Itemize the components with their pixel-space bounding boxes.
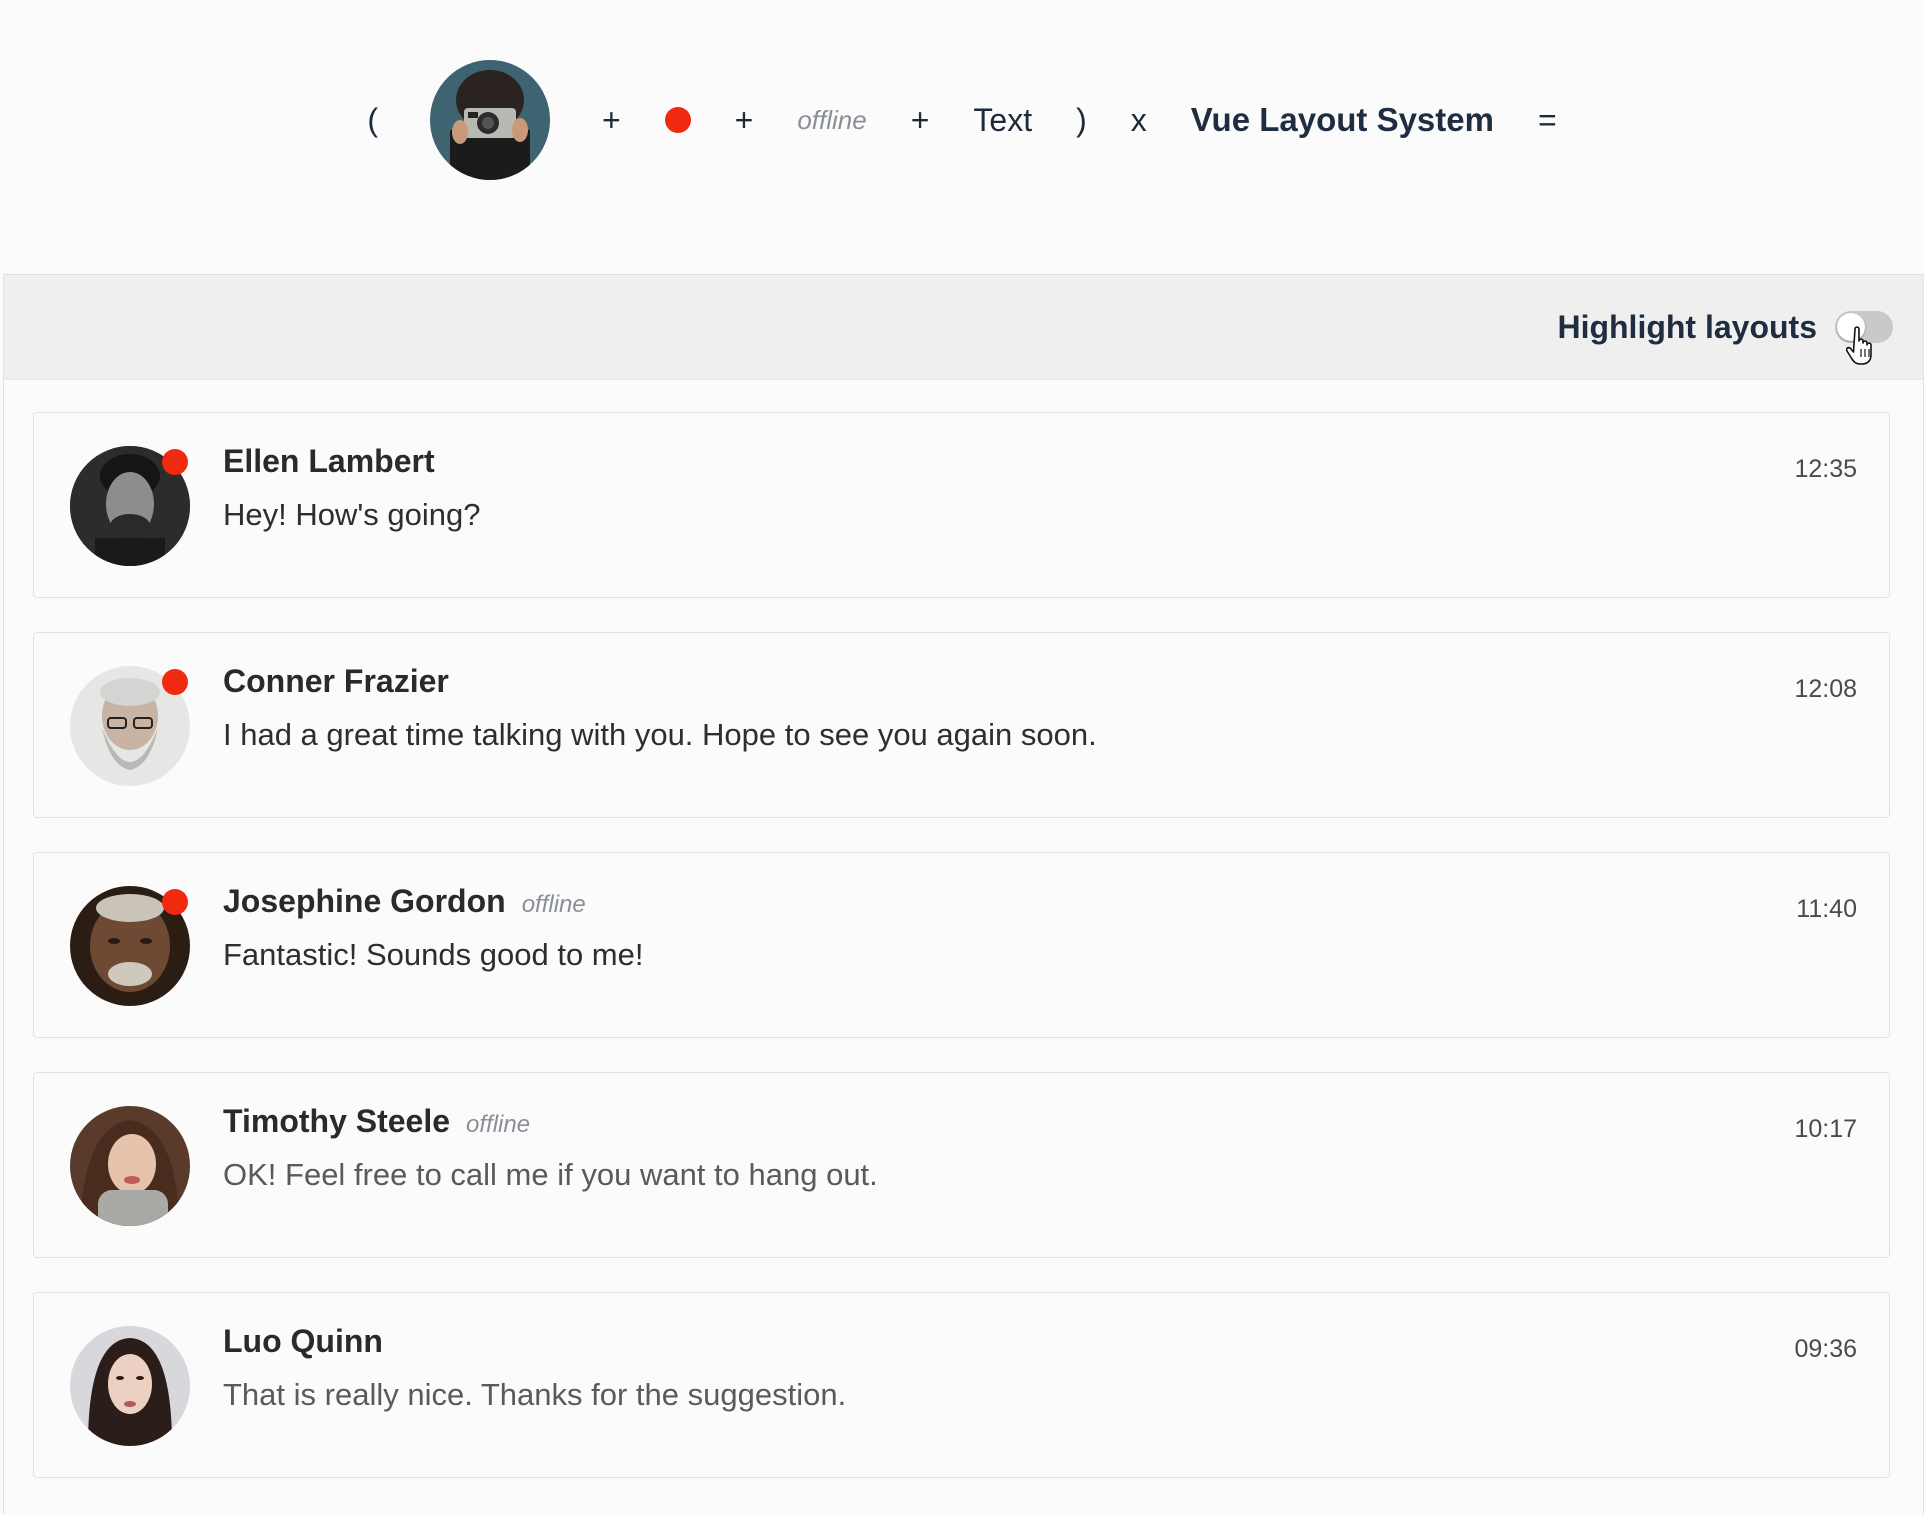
status-dot-icon <box>664 107 691 133</box>
conversation-item[interactable]: Josephine Gordon offline Fantastic! Soun… <box>33 852 1890 1038</box>
message-preview: Hey! How's going? <box>223 497 481 532</box>
formula-header: ( + + offline + Text ) x Vue Layout Syst… <box>0 55 1924 185</box>
avatar <box>70 1326 190 1446</box>
avatar <box>70 1106 190 1226</box>
times-operator: x <box>1130 101 1147 138</box>
message-preview: I had a great time talking with you. Hop… <box>223 717 1097 752</box>
conversation-item[interactable]: Timothy Steele offline OK! Feel free to … <box>33 1072 1890 1258</box>
message-time: 11:40 <box>1796 895 1857 923</box>
plus-operator: + <box>734 101 754 138</box>
online-status-dot <box>162 449 188 475</box>
message-time: 12:08 <box>1794 675 1857 703</box>
conversation-list: Ellen Lambert Hey! How's going? 12:35 Co… <box>33 412 1890 1512</box>
online-status-dot <box>162 669 188 695</box>
online-status-dot <box>162 889 188 915</box>
contact-name: Ellen Lambert <box>223 443 435 479</box>
offline-label: offline <box>521 891 586 918</box>
message-preview: That is really nice. Thanks for the sugg… <box>223 1377 847 1412</box>
plus-operator: + <box>910 101 930 138</box>
conversation-item[interactable]: Ellen Lambert Hey! How's going? 12:35 <box>33 412 1890 598</box>
conversation-item[interactable]: Luo Quinn That is really nice. Thanks fo… <box>33 1292 1890 1478</box>
offline-label: offline <box>797 104 867 135</box>
close-paren: ) <box>1076 101 1087 138</box>
conversation-item[interactable]: Conner Frazier I had a great time talkin… <box>33 632 1890 818</box>
photographer-avatar-icon <box>429 60 550 180</box>
message-time: 09:36 <box>1794 1335 1857 1363</box>
equals-operator: = <box>1537 101 1557 138</box>
offline-label: offline <box>466 1111 531 1138</box>
open-paren: ( <box>367 101 378 138</box>
contact-name: Conner Frazier <box>223 663 449 699</box>
contact-name: Luo Quinn <box>223 1323 383 1359</box>
highlight-layouts-label: Highlight layouts <box>1557 308 1817 345</box>
message-time: 12:35 <box>1794 455 1857 483</box>
message-preview: Fantastic! Sounds good to me! <box>223 937 644 972</box>
text-token: Text <box>973 101 1033 138</box>
contact-name: Timothy Steele <box>223 1103 451 1139</box>
message-preview: OK! Feel free to call me if you want to … <box>223 1157 878 1192</box>
contact-name: Josephine Gordon <box>223 883 506 919</box>
panel-toolbar: Highlight layouts <box>4 275 1923 380</box>
brand-title: Vue Layout System <box>1190 101 1494 138</box>
message-time: 10:17 <box>1794 1115 1857 1143</box>
hand-pointer-cursor-icon <box>1846 326 1872 365</box>
plus-operator: + <box>601 101 621 138</box>
